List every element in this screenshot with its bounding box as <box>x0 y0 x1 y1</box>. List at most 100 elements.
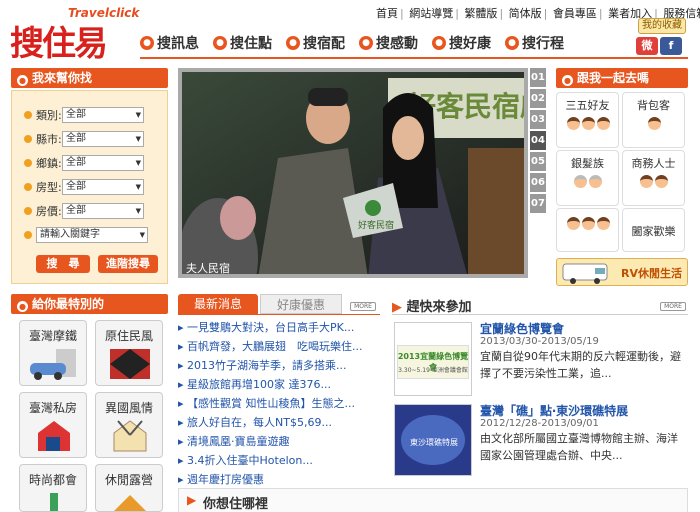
type-family[interactable]: 闔家歡樂 <box>622 208 685 252</box>
star-icon: ● <box>17 301 28 312</box>
tower-icon <box>50 493 58 511</box>
nav-stay[interactable]: ● 搜住點 <box>213 33 272 53</box>
cat-aboriginal[interactable]: 原住民風 <box>95 320 163 386</box>
link-traditional[interactable]: 繁體版 <box>464 7 497 20</box>
search-icon: ● <box>17 75 28 86</box>
news-item[interactable]: ▸ 【感性觀賞 知性山稜魚】生態之... <box>178 395 378 411</box>
cat-camping[interactable]: 休閒露營 <box>95 464 163 512</box>
rv-icon <box>562 263 608 284</box>
event-title[interactable]: 宜蘭綠色博覽會 <box>480 320 564 337</box>
news-item[interactable]: ▸ 旅人好自在，每人NT$5,69... <box>178 414 378 430</box>
rv-label: RV休閒生活 <box>621 267 682 280</box>
banner-tab-02[interactable]: 02 <box>530 89 546 108</box>
business-icon <box>631 175 677 199</box>
nav-touching[interactable]: ● 搜感動 <box>359 33 418 53</box>
type-friends[interactable]: 三五好友 <box>556 92 619 148</box>
weibo-icon[interactable]: 微 <box>636 37 658 55</box>
type-business[interactable]: 商務人士 <box>622 150 685 206</box>
event-date: 2012/12/28-2013/09/01 <box>480 418 599 429</box>
banner-tab-04[interactable]: 04 <box>530 131 546 150</box>
cat-motel[interactable]: 臺灣摩鐵 <box>19 320 87 386</box>
news-item[interactable]: ▸ 週年慶打房優惠 <box>178 471 378 487</box>
house-icon <box>38 421 70 451</box>
event-image-date: 3.30~5.19 亞洲會議會館 <box>398 367 468 374</box>
bullet-icon <box>24 135 32 143</box>
advanced-search-button[interactable]: 進階搜尋 <box>98 255 158 273</box>
cat-private[interactable]: 臺灣私房 <box>19 392 87 458</box>
banner-tab-05[interactable]: 05 <box>530 152 546 171</box>
tab-deals[interactable]: 好康優惠 <box>260 294 342 314</box>
event-desc: 由文化部所屬國立臺灣博物館主辦、海洋國家公園管理處合辦、中央... <box>480 432 678 462</box>
banner-photo[interactable]: 好客民宿啟動 好客民宿 夫人民宿 <box>178 68 528 278</box>
news-more-button[interactable]: MORE <box>350 302 376 311</box>
news-item[interactable]: ▸ 百帆齊發，大鵬展翅 吃喝玩樂住... <box>178 338 378 354</box>
event-image-title: 東沙環礁特展 <box>410 438 458 447</box>
social-links: 微f <box>636 37 684 55</box>
search-panel: 類別:全部 縣市:全部 鄉鎮:全部 房型:全部 房價:全部 請輸入關鍵字 搜 尋… <box>11 90 168 284</box>
tab-news[interactable]: 最新消息 <box>178 294 258 314</box>
bullet-icon <box>24 159 32 167</box>
keyword-input[interactable]: 請輸入關鍵字 <box>36 227 148 243</box>
banner-tabs: 01 02 03 04 05 06 07 <box>530 68 546 215</box>
search-icon: ● <box>286 36 300 50</box>
play-icon: ▶ <box>392 300 402 315</box>
field-roomtype: 房型: 全部 <box>24 179 144 195</box>
type-backpacker[interactable]: 背包客 <box>622 92 685 148</box>
news-divider <box>178 314 380 315</box>
roomtype-select[interactable]: 全部 <box>62 179 144 195</box>
main-nav: ● 搜訊息 ● 搜住點 ● 搜宿配 ● 搜感動 ● 搜好康 ● 搜行程 <box>140 33 578 53</box>
nav-itinerary[interactable]: ● 搜行程 <box>505 33 564 53</box>
event-title[interactable]: 臺灣「礁」點‧東沙環礁特展 <box>480 402 628 419</box>
person-icon: ● <box>562 75 573 86</box>
friends-icon <box>565 117 611 141</box>
field-price: 房價: 全部 <box>24 203 144 219</box>
search-icon: ● <box>432 36 446 50</box>
senior-icon <box>565 175 611 199</box>
bullet-icon <box>24 111 32 119</box>
cat-urban[interactable]: 時尚都會 <box>19 464 87 512</box>
pattern-icon <box>110 349 150 379</box>
field-category: 類別: 全部 <box>24 107 144 123</box>
rv-banner[interactable]: RV休閒生活 <box>556 258 688 286</box>
search-button[interactable]: 搜 尋 <box>36 255 90 273</box>
news-item[interactable]: ▸ 清境鳳凰‧寶島童遊趣 <box>178 433 378 449</box>
type-senior[interactable]: 銀髮族 <box>556 150 619 206</box>
banner-tab-07[interactable]: 07 <box>530 194 546 213</box>
logo-mark: 搜住易 <box>10 24 108 64</box>
link-simplified[interactable]: 简体版 <box>509 7 542 20</box>
where-panel: ▶ 你想住哪裡 <box>178 488 688 512</box>
price-select[interactable]: 全部 <box>62 203 144 219</box>
event-image-yilan[interactable]: 2013宜蘭綠色博覽會 3.30~5.19 亞洲會議會館 <box>394 322 472 396</box>
photo-frame <box>178 68 528 278</box>
bullet-icon <box>24 207 32 215</box>
nav-info[interactable]: ● 搜訊息 <box>140 33 199 53</box>
link-home[interactable]: 首頁 <box>376 7 398 20</box>
cat-exotic[interactable]: 異國風情 <box>95 392 163 458</box>
link-member[interactable]: 會員專區 <box>553 7 597 20</box>
nav-package[interactable]: ● 搜宿配 <box>286 33 345 53</box>
news-item[interactable]: ▸ 一見雙鵰大對決，台日高手大PK... <box>178 319 378 335</box>
event-image-dongsha[interactable]: 東沙環礁特展 <box>394 404 472 476</box>
township-select[interactable]: 全部 <box>62 155 144 171</box>
banner-tab-01[interactable]: 01 <box>530 68 546 87</box>
news-item[interactable]: ▸ 2013竹子湖海芋季，請多搭乘... <box>178 357 378 373</box>
county-select[interactable]: 全部 <box>62 131 144 147</box>
together-header: ● 跟我一起去嗎 <box>556 68 688 88</box>
type-family-picture[interactable] <box>556 208 619 252</box>
events-header: ▶ 趕快來參加 <box>392 300 472 315</box>
news-item[interactable]: ▸ 3.4折入住臺中Hotelon... <box>178 452 378 468</box>
link-sitemap[interactable]: 網站導覽 <box>409 7 453 20</box>
news-item[interactable]: ▸ 星級旅館再增100家 達376... <box>178 376 378 392</box>
facebook-icon[interactable]: f <box>660 37 682 55</box>
search-header: ● 我來幫你找 <box>11 68 168 88</box>
field-county: 縣市: 全部 <box>24 131 144 147</box>
site-logo[interactable]: Travelclick 搜住易 <box>10 4 139 64</box>
field-keyword: 請輸入關鍵字 <box>24 227 148 243</box>
banner-tab-03[interactable]: 03 <box>530 110 546 129</box>
nav-deals[interactable]: ● 搜好康 <box>432 33 491 53</box>
events-more-button[interactable]: MORE <box>660 302 686 311</box>
bullet-icon <box>24 183 32 191</box>
favorites-button[interactable]: 我的收藏 <box>638 18 686 34</box>
category-select[interactable]: 全部 <box>62 107 144 123</box>
banner-tab-06[interactable]: 06 <box>530 173 546 192</box>
